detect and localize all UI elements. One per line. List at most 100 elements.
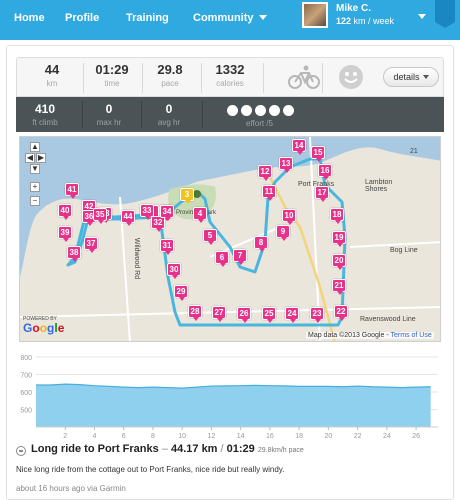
route-marker[interactable]: 20 [332, 254, 346, 270]
route-marker[interactable]: 26 [237, 307, 251, 323]
nav-training[interactable]: Training [126, 12, 169, 24]
route-marker[interactable]: 27 [212, 306, 226, 322]
route-marker[interactable]: 16 [318, 164, 332, 180]
stat-calories: 1332 calories [205, 62, 255, 88]
route-marker[interactable]: 17 [315, 186, 329, 202]
chevron-down-icon [258, 15, 267, 20]
stat-avg-hr-label: avg hr [157, 118, 181, 127]
user-weekly-value: 122 [336, 16, 352, 26]
route-marker[interactable]: 12 [258, 165, 272, 181]
nav-community[interactable]: Community [193, 12, 267, 24]
stat-pace: 29.8 pace [145, 62, 195, 88]
nav-home[interactable]: Home [14, 12, 45, 24]
route-marker[interactable]: 19 [332, 231, 346, 247]
route-marker[interactable]: 22 [334, 305, 348, 321]
zoom-in-icon[interactable]: + [30, 182, 40, 192]
stat-calories-label: calories [216, 79, 244, 88]
stat-avg-hr-value: 0 [165, 102, 173, 116]
route-marker[interactable]: 18 [330, 208, 344, 224]
route-marker[interactable]: 35 [93, 208, 107, 224]
secondary-stats: 410 ft climb 0 max hr 0 avg hr effort /5 [16, 97, 444, 132]
elevation-chart[interactable]: 8007006005002 4 6 8 10 12 14 16 18 20 22 24 26 [14, 349, 444, 441]
pan-up-icon[interactable]: ▲ [30, 142, 40, 152]
stat-max-hr-value: 0 [105, 102, 113, 116]
route-marker[interactable]: 11 [262, 185, 276, 201]
x-tick-label: 16 [266, 433, 274, 440]
terms-of-use-link[interactable]: Terms of Use [391, 332, 432, 339]
route-marker[interactable]: 39 [58, 226, 72, 242]
route-marker[interactable]: 44 [121, 210, 135, 226]
ride-pace: 29.8km/h pace [257, 447, 304, 454]
x-tick-label: 4 [93, 433, 97, 440]
effort-label: effort /5 [246, 119, 273, 128]
smiley-face-icon[interactable] [338, 64, 364, 90]
route-marker[interactable]: 5 [203, 229, 217, 245]
route-marker[interactable]: 30 [167, 263, 181, 279]
route-marker[interactable]: 41 [65, 183, 79, 199]
route-marker[interactable]: 31 [160, 239, 174, 255]
map-label-route-21: 21 [410, 148, 418, 155]
route-marker[interactable]: 40 [58, 204, 72, 220]
stat-pace-label: pace [161, 79, 179, 88]
x-tick-label: 12 [208, 433, 216, 440]
divider [263, 63, 264, 93]
stat-climb-value: 410 [34, 102, 56, 116]
route-marker[interactable]: 29 [174, 285, 188, 301]
route-marker[interactable]: 9 [276, 225, 290, 241]
x-tick-label: 6 [122, 433, 126, 440]
effort-dot[interactable] [255, 105, 266, 116]
route-map[interactable]: ▲ ◀ ▶ ▼ + − Port Franks Lambton Shores P… [19, 136, 441, 342]
bookmark-flag-icon[interactable] [435, 0, 455, 28]
pan-right-icon[interactable]: ▶ [36, 153, 46, 163]
effort-dot[interactable] [269, 105, 280, 116]
map-label-wildwood-rd: Wildwood Rd [133, 237, 141, 280]
route-marker[interactable]: 38 [67, 246, 81, 262]
route-marker[interactable]: 3 [180, 188, 194, 204]
start-icon [193, 190, 201, 198]
x-tick-label: 24 [383, 433, 391, 440]
user-name[interactable]: Mike C. [336, 3, 371, 14]
route-marker[interactable]: 13 [279, 157, 293, 173]
pan-left-icon[interactable]: ◀ [25, 153, 35, 163]
x-tick-label: 22 [354, 433, 362, 440]
route-marker[interactable]: 15 [311, 146, 325, 162]
map-data-text: Map data ©2013 Google [308, 332, 385, 339]
effort-dot[interactable] [227, 105, 238, 116]
effort-dot[interactable] [241, 105, 252, 116]
route-marker[interactable]: 8 [254, 236, 268, 252]
stat-distance-value: 44 [44, 62, 60, 77]
route-marker[interactable]: 34 [160, 205, 174, 221]
route-marker[interactable]: 24 [285, 307, 299, 323]
x-tick-label: 20 [324, 433, 332, 440]
user-menu-chevron-icon[interactable] [418, 14, 426, 19]
stat-pace-value: 29.8 [157, 62, 183, 77]
nav-profile[interactable]: Profile [65, 12, 99, 24]
stat-avg-hr: 0 avg hr [144, 102, 194, 127]
divider [83, 63, 84, 93]
stat-time-label: time [104, 79, 120, 88]
y-tick-label: 600 [20, 390, 32, 397]
route-marker[interactable]: 21 [332, 279, 346, 295]
route-marker[interactable]: 7 [233, 249, 247, 265]
divider [202, 101, 203, 128]
effort-dot[interactable] [283, 105, 294, 116]
route-marker[interactable]: 10 [282, 209, 296, 225]
route-marker[interactable]: 6 [215, 251, 229, 267]
divider [322, 63, 323, 93]
route-marker[interactable]: 28 [188, 305, 202, 321]
pan-down-icon[interactable]: ▼ [30, 164, 40, 174]
route-marker[interactable]: 23 [310, 307, 324, 323]
route-marker[interactable]: 25 [262, 307, 276, 323]
route-marker[interactable]: 4 [193, 207, 207, 223]
route-marker[interactable]: 37 [84, 237, 98, 253]
route-marker[interactable]: 14 [292, 139, 306, 155]
avatar[interactable] [302, 2, 328, 28]
route-marker[interactable]: 33 [140, 204, 154, 220]
stat-calories-value: 1332 [215, 62, 245, 77]
details-button[interactable]: details [383, 67, 439, 87]
primary-stats: 44 km 01:29 time 29.8 pace 1332 calories… [16, 57, 444, 97]
details-label: details [393, 72, 420, 82]
stat-climb-label: ft climb [32, 118, 58, 127]
zoom-out-icon[interactable]: − [30, 196, 40, 206]
bike-icon[interactable] [287, 64, 321, 90]
